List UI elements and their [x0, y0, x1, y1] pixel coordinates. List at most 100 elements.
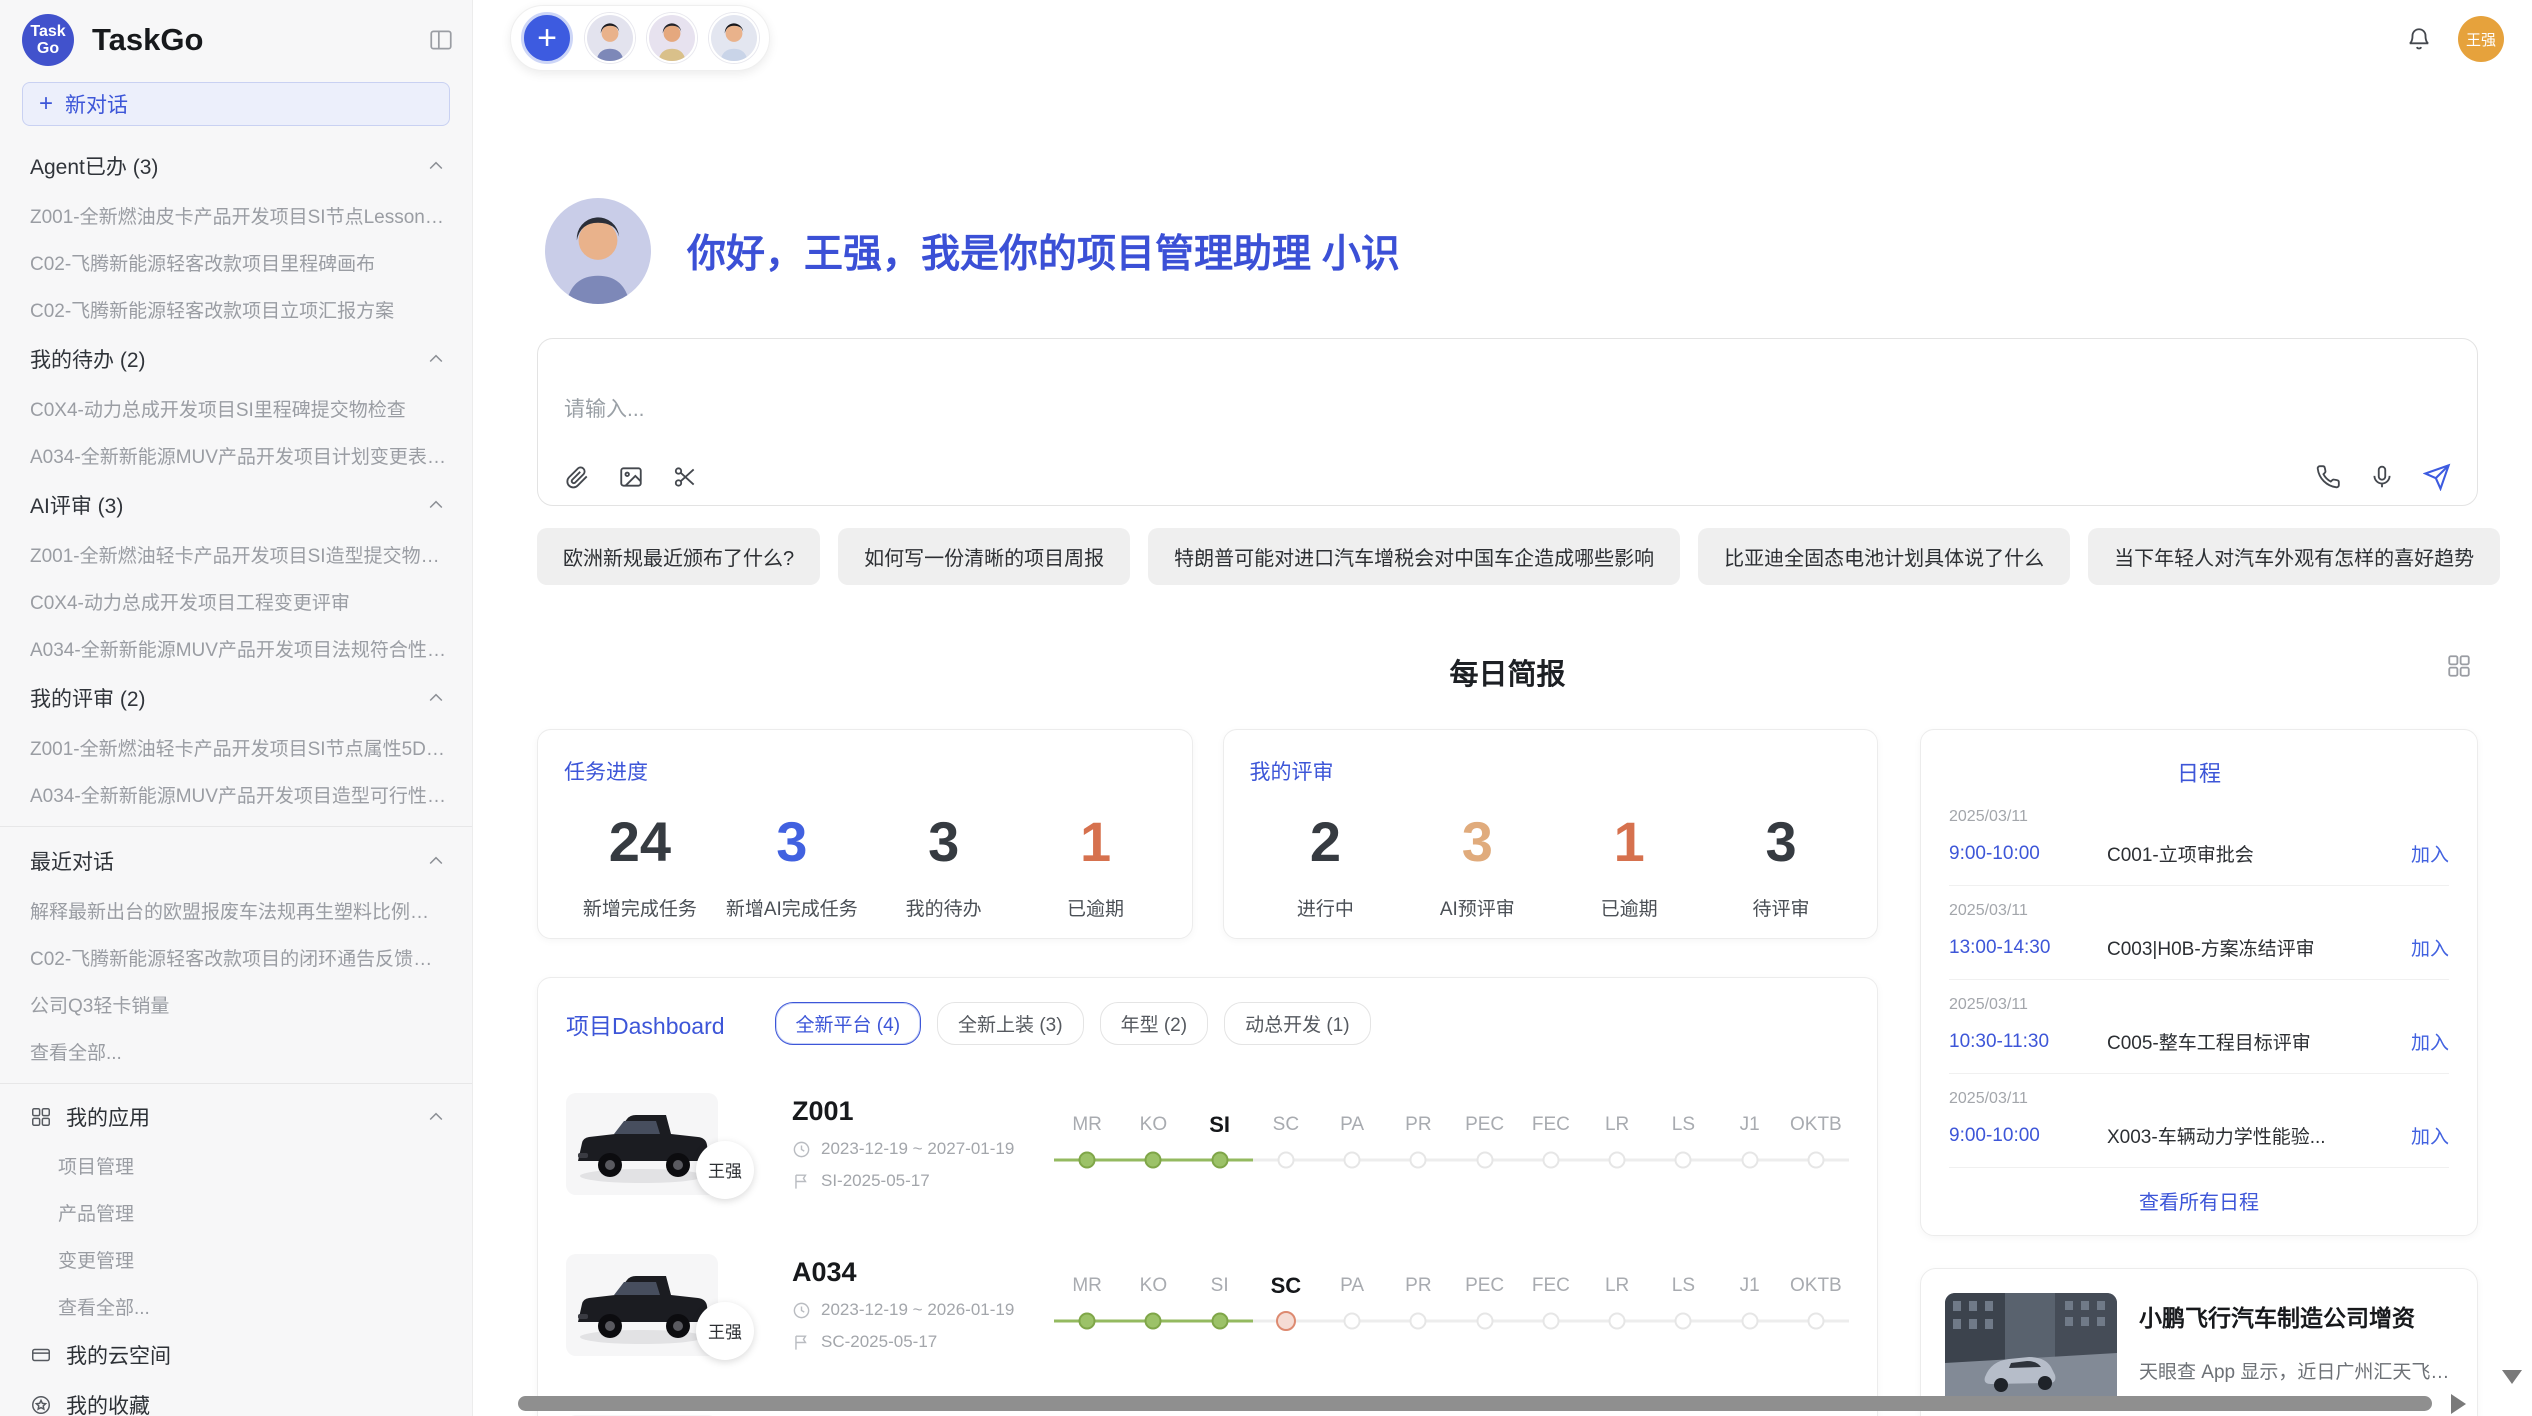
schedule-item: 2025/03/11 13:00-14:30 C003|H0B-方案冻结评审 加… — [1949, 886, 2449, 980]
milestone-dot — [1650, 1302, 1716, 1340]
stat-label: 已逾期 — [1553, 894, 1705, 921]
sidebar-task-item[interactable]: A034-全新新能源MUV产品开发项目计划变更表编写 — [0, 432, 472, 479]
join-meeting-link[interactable]: 加入 — [2411, 1122, 2449, 1149]
dashboard-filter-tab[interactable]: 年型 (2) — [1100, 1002, 1209, 1045]
clock-icon — [792, 1140, 811, 1159]
stat: 3 新增AI完成任务 — [716, 804, 868, 921]
dashboard-filter-tab[interactable]: 动总开发 (1) — [1224, 1002, 1371, 1045]
news-card[interactable]: 小鹏飞行汽车制造公司增资 天眼查 App 显示，近日广州汇天飞行汽... — [1920, 1268, 2478, 1416]
join-meeting-link[interactable]: 加入 — [2411, 934, 2449, 961]
content: 你好，王强，我是你的项目管理助理 小识 — [537, 80, 2478, 1416]
microphone-icon[interactable] — [2369, 464, 2395, 490]
stat: 3 我的待办 — [868, 804, 1020, 921]
topbar: + 王强 — [473, 0, 2532, 80]
suggestion-chip[interactable]: 如何写一份清晰的项目周报 — [838, 528, 1130, 585]
sidebar-task-item[interactable]: Z001-全新燃油轻卡产品开发项目SI造型提交物评审 — [0, 531, 472, 578]
milestone-timeline: MRKOSISCPAPRPECFECLRLSJ1OKTB — [1054, 1109, 1849, 1179]
my-apps-label: 我的应用 — [66, 1102, 412, 1132]
stat-label: 已逾期 — [1020, 894, 1172, 921]
milestone-dot — [1717, 1302, 1783, 1340]
app-subitem[interactable]: 查看全部... — [0, 1283, 472, 1330]
join-meeting-link[interactable]: 加入 — [2411, 840, 2449, 867]
image-upload-icon[interactable] — [618, 464, 644, 490]
my-apps-header[interactable]: 我的应用 — [0, 1092, 472, 1142]
join-meeting-link[interactable]: 加入 — [2411, 1028, 2449, 1055]
sidebar-task-item[interactable]: Z001-全新燃油轻卡产品开发项目SI节点属性5D文件评审 — [0, 724, 472, 771]
milestone-label: PR — [1385, 1270, 1451, 1302]
stat-label: 待评审 — [1705, 894, 1857, 921]
suggestion-chip[interactable]: 欧洲新规最近颁布了什么? — [537, 528, 820, 585]
project-row[interactable]: 王强 Z001 2023-12-19 ~ 2027-01-19 SI-2025-… — [566, 1081, 1849, 1206]
recent-chat-item[interactable]: 查看全部... — [0, 1028, 472, 1075]
milestone-dot — [1054, 1141, 1120, 1179]
new-chat-button[interactable]: + 新对话 — [22, 82, 450, 126]
milestone-label: FEC — [1518, 1270, 1584, 1302]
add-agent-button[interactable]: + — [521, 12, 573, 64]
milestone-dot — [1518, 1141, 1584, 1179]
horizontal-scrollbar[interactable] — [518, 1396, 2432, 1411]
dashboard-filter-tab[interactable]: 全新平台 (4) — [775, 1002, 922, 1045]
scroll-right-arrow[interactable] — [2451, 1394, 2466, 1414]
recent-chat-item[interactable]: 解释最新出台的欧盟报废车法规再生塑料比例被调至15%... — [0, 887, 472, 934]
voice-call-icon[interactable] — [2315, 464, 2341, 490]
dashboard-filter-tab[interactable]: 全新上装 (3) — [937, 1002, 1084, 1045]
daily-briefing-title: 每日简报 — [537, 651, 2478, 693]
schedule-event: C001-立项审批会 — [2107, 840, 2399, 867]
suggestion-chip[interactable]: 当下年轻人对汽车外观有怎样的喜好趋势 — [2088, 528, 2500, 585]
agent-avatar[interactable] — [647, 13, 697, 63]
suggestion-chip[interactable]: 比亚迪全固态电池计划具体说了什么 — [1698, 528, 2070, 585]
milestone-label: J1 — [1717, 1109, 1783, 1141]
notification-bell-icon[interactable] — [2406, 26, 2432, 52]
milestone-dot — [1253, 1141, 1319, 1179]
sidebar-task-item[interactable]: C02-飞腾新能源轻客改款项目立项汇报方案 — [0, 286, 472, 333]
recent-chat-item[interactable]: C02-飞腾新能源轻客改款项目的闭环通告反馈情况 — [0, 934, 472, 981]
sidebar-link-star-badge[interactable]: 我的收藏 — [0, 1380, 472, 1416]
stat-label: 我的待办 — [868, 894, 1020, 921]
app-subitem[interactable]: 变更管理 — [0, 1236, 472, 1283]
project-dashboard-card: 项目Dashboard 全新平台 (4)全新上装 (3)年型 (2)动总开发 (… — [537, 977, 1878, 1416]
recent-chat-item[interactable]: 公司Q3轻卡销量 — [0, 981, 472, 1028]
stat: 2 进行中 — [1250, 804, 1402, 921]
sidebar-task-item[interactable]: Z001-全新燃油皮卡产品开发项目SI节点Lesson Learn报告 — [0, 192, 472, 239]
milestone-label: LS — [1650, 1270, 1716, 1302]
send-icon[interactable] — [2423, 463, 2451, 491]
project-row[interactable]: 王强 A034 2023-12-19 ~ 2026-01-19 SC-2025-… — [566, 1242, 1849, 1367]
sidebar-task-item[interactable]: A034-全新新能源MUV产品开发项目法规符合性评审 — [0, 625, 472, 672]
sidebar-section-header[interactable]: 我的待办 (2) — [0, 333, 472, 385]
milestone-dot — [1783, 1302, 1849, 1340]
view-all-schedule-link[interactable]: 查看所有日程 — [1949, 1168, 2449, 1235]
sidebar-task-item[interactable]: C0X4-动力总成开发项目工程变更评审 — [0, 578, 472, 625]
sidebar-task-item[interactable]: C0X4-动力总成开发项目SI里程碑提交物检查 — [0, 385, 472, 432]
agent-avatar[interactable] — [585, 13, 635, 63]
layout-grid-icon[interactable] — [2446, 653, 2472, 679]
sidebar-section-header[interactable]: Agent已办 (3) — [0, 140, 472, 192]
schedule-time: 10:30-11:30 — [1949, 1031, 2107, 1053]
milestone-label: KO — [1120, 1270, 1186, 1302]
assistant-avatar — [545, 198, 651, 304]
sidebar-section-header[interactable]: AI评审 (3) — [0, 479, 472, 531]
chat-input[interactable] — [564, 357, 2451, 463]
sidebar-task-item[interactable]: A034-全新新能源MUV产品开发项目造型可行性评审 — [0, 771, 472, 818]
stat-label: 新增AI完成任务 — [716, 894, 868, 921]
scissors-icon[interactable] — [672, 464, 698, 490]
milestone-dot — [1319, 1141, 1385, 1179]
suggestion-chip[interactable]: 特朗普可能对进口汽车增税会对中国车企造成哪些影响 — [1148, 528, 1680, 585]
app-subitem[interactable]: 项目管理 — [0, 1142, 472, 1189]
project-flag-date: SC-2025-05-17 — [821, 1332, 937, 1352]
milestone-label: KO — [1120, 1109, 1186, 1141]
recent-chats-header[interactable]: 最近对话 — [0, 835, 472, 887]
sidebar-section-header[interactable]: 我的评审 (2) — [0, 672, 472, 724]
sidebar-link-cloud-space[interactable]: 我的云空间 — [0, 1330, 472, 1380]
app-subitem[interactable]: 产品管理 — [0, 1189, 472, 1236]
link-label: 我的云空间 — [66, 1340, 171, 1370]
sidebar-task-item[interactable]: C02-飞腾新能源轻客改款项目里程碑画布 — [0, 239, 472, 286]
scroll-down-arrow[interactable] — [2502, 1370, 2522, 1384]
milestone-dot — [1187, 1141, 1253, 1179]
agent-avatar[interactable] — [709, 13, 759, 63]
link-label: 我的收藏 — [66, 1390, 150, 1416]
stat-value: 24 — [564, 804, 716, 880]
collapse-sidebar-icon[interactable] — [428, 27, 454, 53]
news-snippet: 天眼查 App 显示，近日广州汇天飞行汽... — [2139, 1357, 2453, 1384]
attachment-icon[interactable] — [564, 464, 590, 490]
user-avatar[interactable]: 王强 — [2458, 16, 2504, 62]
